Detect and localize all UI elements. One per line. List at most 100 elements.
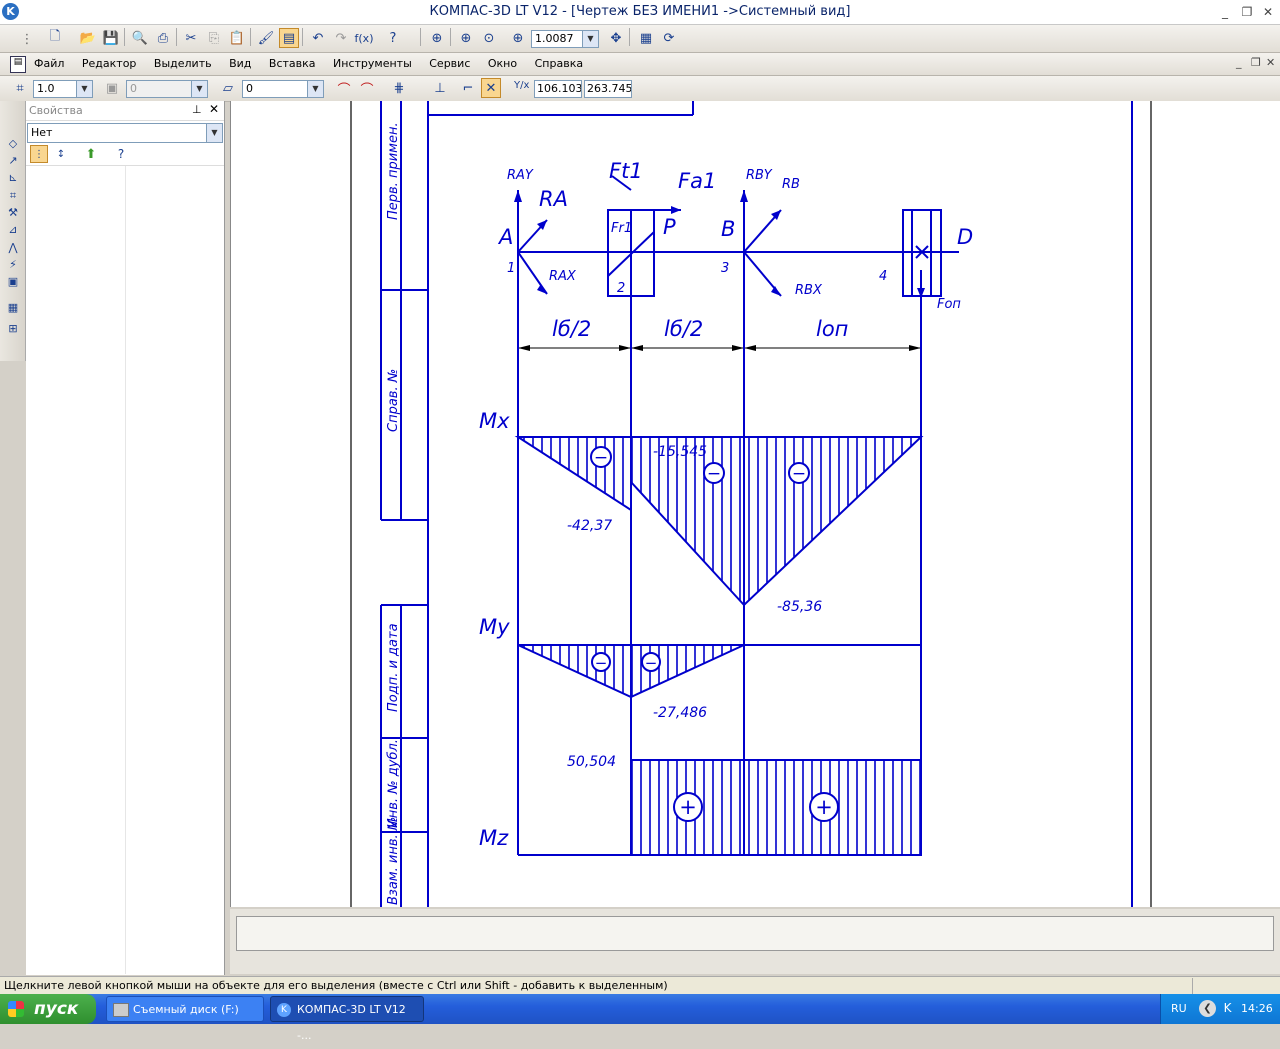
zoom-scale-icon[interactable]: ⊕: [508, 28, 528, 48]
document-icon[interactable]: ▤: [10, 56, 26, 73]
coord-x-field[interactable]: 106.103: [534, 80, 582, 98]
ortho-icon[interactable]: ⌐: [458, 78, 478, 98]
label-mx: Mx: [479, 409, 510, 433]
menu-item-window[interactable]: Окно: [488, 57, 517, 70]
insert-icon[interactable]: ⊞: [5, 322, 21, 336]
regenerate-icon[interactable]: ⟳: [659, 28, 679, 48]
magnet-icon[interactable]: ⌒: [334, 78, 354, 98]
drawing-canvas[interactable]: Перв. примен. Справ. № Подп. и дата Инв.…: [230, 101, 1280, 907]
help-icon[interactable]: ?: [112, 145, 130, 163]
label-point-1: 1: [507, 261, 515, 276]
save-icon[interactable]: 💾: [101, 28, 121, 48]
menu-item-insert[interactable]: Вставка: [269, 57, 316, 70]
start-button[interactable]: пуск: [0, 994, 96, 1024]
chevron-down-icon[interactable]: ▼: [191, 81, 207, 97]
zoom-window-icon[interactable]: ⊕: [427, 28, 447, 48]
menu-item-view[interactable]: Вид: [229, 57, 251, 70]
menu-item-help[interactable]: Справка: [535, 57, 583, 70]
layer-icon[interactable]: ▣: [102, 78, 122, 98]
label-b: B: [721, 217, 735, 241]
chevron-down-icon[interactable]: ▼: [582, 31, 598, 47]
zoom-value: 1.0087: [535, 32, 574, 45]
menu-item-select[interactable]: Выделить: [154, 57, 212, 70]
select-icon[interactable]: ⋀: [5, 241, 21, 255]
doc-restore-icon[interactable]: ❐: [1251, 56, 1261, 69]
system-tray: RU ❮ K 14:26: [1160, 994, 1280, 1024]
zoom-in-icon[interactable]: ⊕: [456, 28, 476, 48]
copy-icon[interactable]: ⎘: [204, 28, 224, 48]
snap-point-icon[interactable]: ⌗: [10, 78, 30, 98]
manager-icon[interactable]: ▤: [279, 28, 299, 48]
menu-item-tools[interactable]: Инструменты: [333, 57, 412, 70]
pan-icon[interactable]: ✥: [606, 28, 626, 48]
style-icon[interactable]: ▱: [218, 78, 238, 98]
value-my-a: -27,486: [653, 705, 707, 721]
tray-kompas-icon[interactable]: K: [1219, 1000, 1236, 1017]
measure-icon[interactable]: ⊿: [5, 223, 21, 237]
dimension-labels: lб/2 lб/2 lоп: [552, 317, 848, 341]
zoom-combo[interactable]: 1.0087 ▼: [531, 30, 599, 48]
menu-item-editor[interactable]: Редактор: [82, 57, 137, 70]
print-icon[interactable]: ⎙: [153, 28, 173, 48]
coord-y-field[interactable]: 263.745: [584, 80, 632, 98]
language-indicator[interactable]: RU: [1171, 1002, 1187, 1015]
dimensions-icon[interactable]: ↗: [5, 154, 21, 168]
doc-minimize-icon[interactable]: _: [1236, 56, 1242, 69]
help-pointer-icon[interactable]: ?: [383, 28, 403, 48]
menu-item-service[interactable]: Сервис: [429, 57, 470, 70]
minimize-icon[interactable]: _: [1216, 4, 1234, 20]
new-document-icon[interactable]: 🗋: [45, 28, 65, 48]
status-hint: Щелкните левой кнопкой мыши на объекте д…: [4, 979, 668, 992]
function-icon[interactable]: f(x): [354, 28, 374, 48]
chevron-down-icon[interactable]: ▼: [206, 124, 222, 142]
taskbar-item-kompas[interactable]: K КОМПАС-3D LT V12 -...: [270, 996, 424, 1042]
snap-toggle-icon[interactable]: ✕: [481, 78, 501, 98]
print-preview-icon[interactable]: 🔍: [130, 28, 150, 48]
properties-panel: Свойства ⊥ ✕ Нет ▼ ⋮ ↕ ⬆ ?: [26, 101, 225, 975]
snap-magnet-icon[interactable]: ⌒: [357, 78, 377, 98]
properties-title: Свойства: [29, 104, 83, 117]
sort-category-icon[interactable]: ⋮: [30, 145, 48, 163]
window-title: КОМПАС-3D LT V12 - [Чертеж БЕЗ ИМЕНИ1 ->…: [429, 4, 851, 19]
reports-icon[interactable]: ▣: [5, 275, 21, 289]
menu-item-file[interactable]: Файл: [34, 57, 64, 70]
label-p: P: [663, 215, 676, 239]
scale-combo[interactable]: 1.0 ▼: [33, 80, 93, 98]
local-cs-icon[interactable]: ⊥: [430, 78, 450, 98]
state-toolbar: ⌗ 1.0 ▼ ▣ 0 ▼ ▱ 0 ▼ ⌒ ⌒ ⋕ ⊥ ⌐ ✕ Y/x 106.…: [0, 76, 1280, 102]
designations-icon[interactable]: ⊾: [5, 171, 21, 185]
style-combo[interactable]: 0 ▼: [242, 80, 324, 98]
redo-icon[interactable]: ↷: [331, 28, 351, 48]
restore-icon[interactable]: ❐: [1238, 4, 1256, 20]
pin-icon[interactable]: ⊥: [192, 103, 202, 116]
open-icon[interactable]: 📂: [78, 28, 98, 48]
svg-text:−: −: [594, 448, 608, 468]
undo-icon[interactable]: ↶: [308, 28, 328, 48]
task1-label: Съемный диск (F:): [133, 1003, 239, 1016]
spec-icon[interactable]: ⚡: [5, 258, 21, 272]
label-point-3: 3: [721, 261, 729, 276]
close-icon[interactable]: ✕: [1259, 4, 1277, 20]
taskbar-item-removable-disk[interactable]: Съемный диск (F:): [106, 996, 264, 1022]
grid-icon[interactable]: ⋕: [389, 78, 409, 98]
layer-combo[interactable]: 0 ▼: [126, 80, 208, 98]
filter-combo[interactable]: Нет ▼: [27, 123, 223, 143]
zoom-fit-icon[interactable]: ⊙: [479, 28, 499, 48]
doc-close-icon[interactable]: ✕: [1266, 56, 1275, 69]
tray-arrow-icon[interactable]: ❮: [1199, 1000, 1216, 1017]
close-panel-icon[interactable]: ✕: [209, 102, 219, 116]
scheme-labels: RAY RA A 1 RAX Ft1 Fr1 2 Fa1 P RBY RB B …: [497, 159, 973, 312]
parametrization-icon[interactable]: ⚒: [5, 206, 21, 220]
chevron-down-icon[interactable]: ▼: [76, 81, 92, 97]
chevron-down-icon[interactable]: ▼: [307, 81, 323, 97]
library-icon[interactable]: ▦: [5, 301, 21, 315]
sort-alpha-icon[interactable]: ↕: [52, 145, 70, 163]
update-icon[interactable]: ⬆: [82, 145, 100, 163]
paste-icon[interactable]: 📋: [227, 28, 247, 48]
refresh-view-icon[interactable]: ▦: [636, 28, 656, 48]
properties-brush-icon[interactable]: 🖌: [256, 28, 276, 48]
editing-icon[interactable]: ⌗: [5, 189, 21, 203]
cut-icon[interactable]: ✂: [181, 28, 201, 48]
label-ft1: Ft1: [609, 159, 643, 183]
geometry-icon[interactable]: ◇: [5, 137, 21, 151]
